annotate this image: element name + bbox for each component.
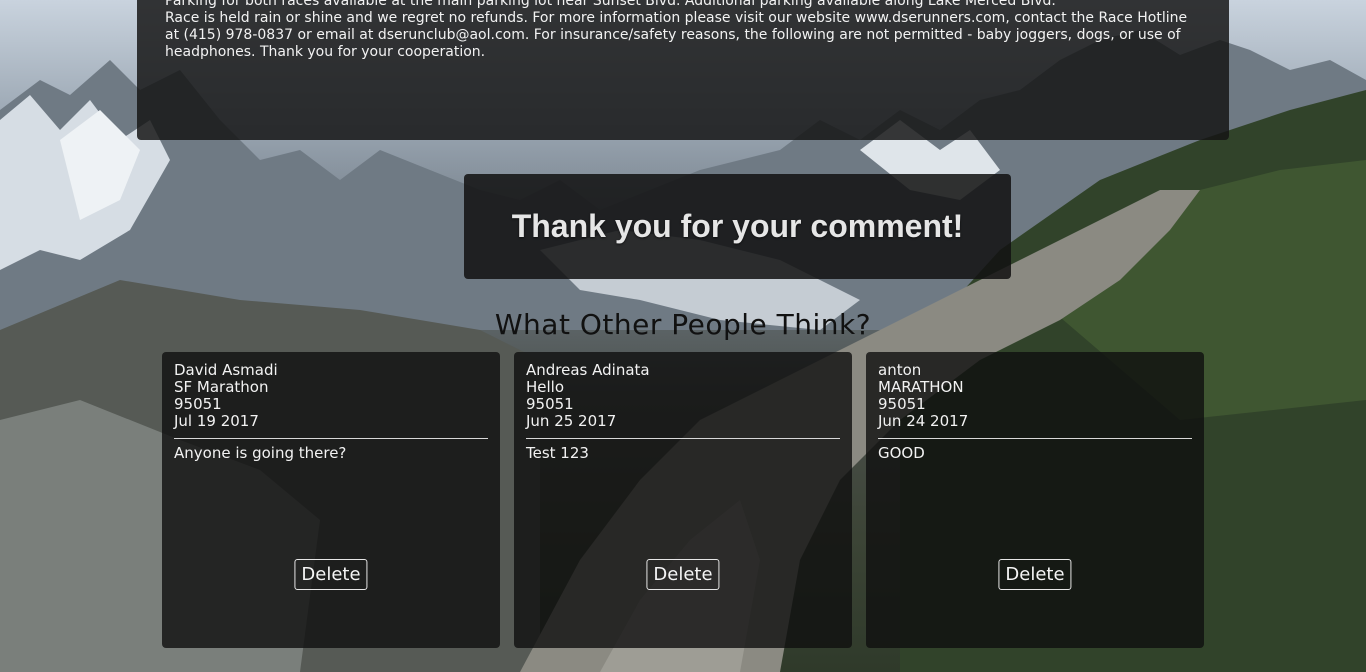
comment-zip: 95051 xyxy=(174,395,222,413)
comment-zip: 95051 xyxy=(526,395,574,413)
comment-date: Jul 19 2017 xyxy=(174,412,259,430)
comments-section-title: What Other People Think? xyxy=(494,308,872,341)
delete-button[interactable]: Delete xyxy=(646,559,720,590)
comment-date: Jun 24 2017 xyxy=(878,412,969,430)
comment-zip: 95051 xyxy=(878,395,926,413)
card-divider xyxy=(526,438,840,439)
thank-you-banner: Thank you for your comment! xyxy=(464,174,1011,279)
comment-date: Jun 25 2017 xyxy=(526,412,617,430)
card-divider xyxy=(174,438,488,439)
comment-card: David Asmadi SF Marathon 95051 Jul 19 20… xyxy=(162,352,500,648)
comment-text: Anyone is going there? xyxy=(174,444,347,462)
race-policy-text: Race is held rain or shine and we regret… xyxy=(165,10,1188,60)
comment-text: GOOD xyxy=(878,444,925,462)
comment-race: SF Marathon xyxy=(174,378,269,396)
delete-button[interactable]: Delete xyxy=(294,559,368,590)
comment-card: anton MARATHON 95051 Jun 24 2017 GOOD De… xyxy=(866,352,1204,648)
thank-you-message: Thank you for your comment! xyxy=(511,208,964,244)
delete-button[interactable]: Delete xyxy=(998,559,1072,590)
comment-race: Hello xyxy=(526,378,565,396)
commenter-name: David Asmadi xyxy=(174,361,278,379)
comment-race: MARATHON xyxy=(878,378,964,396)
parking-info-text: Parking for both races available at the … xyxy=(165,0,1056,9)
commenter-name: anton xyxy=(878,361,922,379)
comment-text: Test 123 xyxy=(526,444,589,462)
commenter-name: Andreas Adinata xyxy=(526,361,650,379)
card-divider xyxy=(878,438,1192,439)
race-info-panel: Parking for both races available at the … xyxy=(137,0,1229,140)
comment-card: Andreas Adinata Hello 95051 Jun 25 2017 … xyxy=(514,352,852,648)
